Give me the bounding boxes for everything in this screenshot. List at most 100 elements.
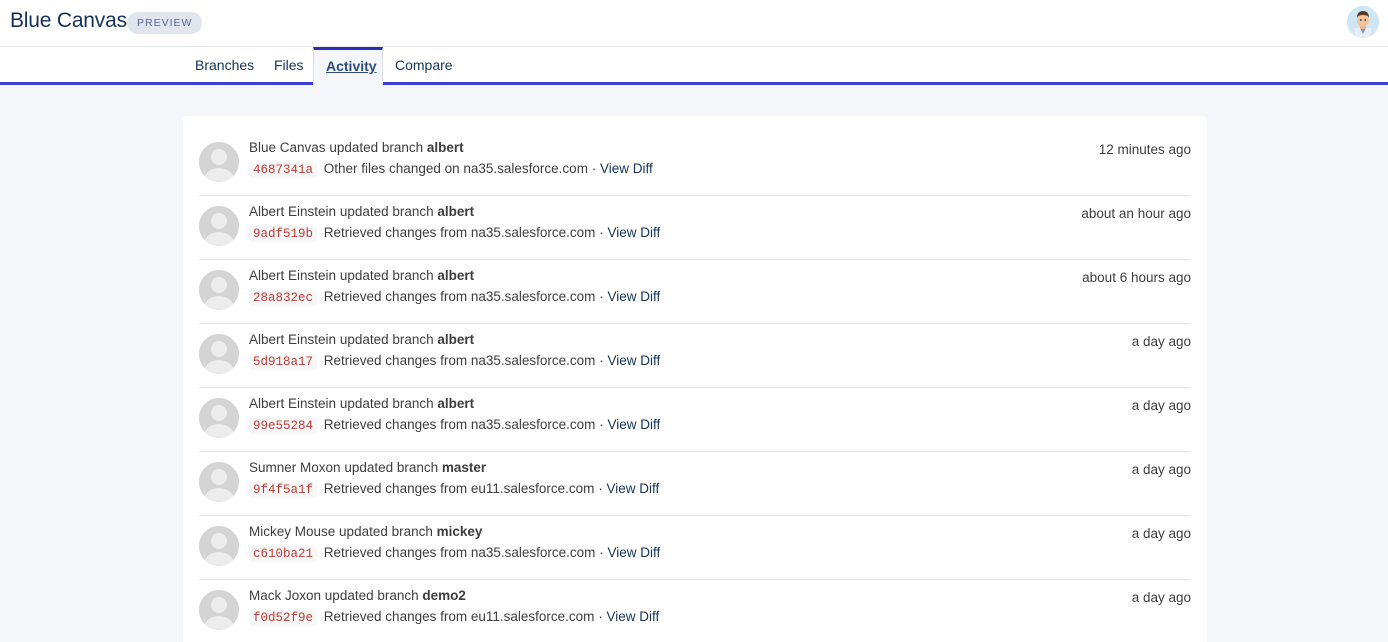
- default-avatar-icon: [199, 334, 239, 374]
- tab-compare[interactable]: Compare: [383, 47, 465, 85]
- activity-summary: Blue Canvas updated branch albert: [249, 140, 464, 155]
- top-bar: Blue Canvas PREVIEW: [0, 0, 1388, 47]
- tab-bar: Branches Files Activity Compare: [0, 47, 1388, 85]
- default-avatar-icon: [199, 206, 239, 246]
- view-diff-link[interactable]: View Diff: [606, 481, 659, 496]
- default-avatar-icon: [199, 590, 239, 630]
- activity-detail: 28a832ec Retrieved changes from na35.sal…: [249, 289, 660, 306]
- commit-sha[interactable]: c610ba21: [249, 546, 318, 562]
- activity-detail: 99e55284 Retrieved changes from na35.sal…: [249, 417, 660, 434]
- activity-detail: 4687341a Other files changed on na35.sal…: [249, 161, 653, 178]
- view-diff-link[interactable]: View Diff: [607, 289, 660, 304]
- actor-name: Sumner Moxon: [249, 460, 341, 475]
- separator: ·: [599, 417, 604, 432]
- activity-detail: 9f4f5a1f Retrieved changes from eu11.sal…: [249, 481, 659, 498]
- commit-sha[interactable]: 9adf519b: [249, 226, 318, 242]
- activity-row: Mack Joxon updated branch demo2 f0d52f9e …: [199, 580, 1191, 642]
- branch-name: demo2: [422, 588, 466, 603]
- commit-sha[interactable]: 4687341a: [249, 162, 318, 178]
- timestamp: about 6 hours ago: [1082, 270, 1191, 285]
- activity-row: Blue Canvas updated branch albert 4687341…: [199, 132, 1191, 196]
- branch-name: albert: [437, 268, 475, 283]
- activity-summary: Mack Joxon updated branch demo2: [249, 588, 466, 603]
- tab-activity-label: Activity: [326, 58, 377, 74]
- activity-detail: 9adf519b Retrieved changes from na35.sal…: [249, 225, 660, 242]
- actor-name: Albert Einstein: [249, 268, 337, 283]
- activity-summary: Albert Einstein updated branch albert: [249, 268, 474, 283]
- separator: ·: [599, 545, 604, 560]
- action-text: updated branch: [344, 460, 439, 475]
- commit-sha[interactable]: 5d918a17: [249, 354, 318, 370]
- activity-feed: Blue Canvas updated branch albert 4687341…: [183, 116, 1207, 642]
- separator: ·: [591, 161, 597, 176]
- action-text: updated branch: [339, 268, 434, 283]
- action-text: updated branch: [339, 524, 433, 539]
- branch-name: master: [441, 460, 487, 475]
- branch-name: mickey: [436, 524, 483, 539]
- timestamp: a day ago: [1131, 334, 1191, 349]
- preview-badge: PREVIEW: [127, 12, 203, 34]
- action-text: updated branch: [329, 140, 424, 155]
- view-diff-link[interactable]: View Diff: [607, 545, 660, 560]
- commit-message: Retrieved changes from na35.salesforce.c…: [323, 353, 596, 368]
- actor-name: Albert Einstein: [249, 332, 337, 347]
- timestamp: a day ago: [1131, 462, 1191, 477]
- action-text: updated branch: [339, 204, 434, 219]
- view-diff-link[interactable]: View Diff: [600, 161, 653, 176]
- action-text: updated branch: [339, 396, 434, 411]
- actor-name: Albert Einstein: [249, 204, 337, 219]
- separator: ·: [599, 225, 604, 240]
- activity-row: Mickey Mouse updated branch mickey c610ba…: [199, 516, 1191, 580]
- activity-summary: Albert Einstein updated branch albert: [249, 332, 474, 347]
- timestamp: a day ago: [1131, 590, 1191, 605]
- activity-summary: Mickey Mouse updated branch mickey: [249, 524, 482, 539]
- activity-row: Sumner Moxon updated branch master 9f4f5a…: [199, 452, 1191, 516]
- tab-files[interactable]: Files: [262, 47, 316, 85]
- default-avatar-icon: [199, 526, 239, 566]
- commit-message: Retrieved changes from na35.salesforce.c…: [323, 417, 596, 432]
- tab-branches[interactable]: Branches: [183, 47, 266, 85]
- view-diff-link[interactable]: View Diff: [607, 225, 660, 240]
- commit-message: Retrieved changes from eu11.salesforce.c…: [323, 609, 595, 624]
- default-avatar-icon: [199, 398, 239, 438]
- separator: ·: [599, 289, 604, 304]
- actor-name: Mack Joxon: [249, 588, 322, 603]
- separator: ·: [598, 609, 603, 624]
- user-avatar-icon[interactable]: [1347, 6, 1379, 38]
- tab-activity[interactable]: Activity: [313, 47, 383, 85]
- view-diff-link[interactable]: View Diff: [606, 609, 659, 624]
- app-title: Blue Canvas: [10, 9, 127, 32]
- actor-name: Blue Canvas: [249, 140, 326, 155]
- branch-name: albert: [437, 396, 475, 411]
- activity-summary: Albert Einstein updated branch albert: [249, 396, 474, 411]
- view-diff-link[interactable]: View Diff: [607, 353, 660, 368]
- branch-name: albert: [437, 332, 475, 347]
- activity-row: Albert Einstein updated branch albert 99e…: [199, 388, 1191, 452]
- commit-message: Retrieved changes from na35.salesforce.c…: [323, 225, 596, 240]
- actor-name: Albert Einstein: [249, 396, 337, 411]
- commit-sha[interactable]: 28a832ec: [249, 290, 318, 306]
- activity-summary: Sumner Moxon updated branch master: [249, 460, 486, 475]
- separator: ·: [598, 481, 603, 496]
- commit-sha[interactable]: 99e55284: [249, 418, 318, 434]
- activity-summary: Albert Einstein updated branch albert: [249, 204, 474, 219]
- default-avatar-icon: [199, 462, 239, 502]
- activity-detail: c610ba21 Retrieved changes from na35.sal…: [249, 545, 660, 562]
- view-diff-link[interactable]: View Diff: [607, 417, 660, 432]
- commit-message: Retrieved changes from na35.salesforce.c…: [323, 545, 596, 560]
- activity-row: Albert Einstein updated branch albert 9ad…: [199, 196, 1191, 260]
- branch-name: albert: [426, 140, 464, 155]
- timestamp: about an hour ago: [1081, 206, 1191, 221]
- commit-sha[interactable]: f0d52f9e: [249, 610, 318, 626]
- activity-detail: 5d918a17 Retrieved changes from na35.sal…: [249, 353, 660, 370]
- default-avatar-icon: [199, 270, 239, 310]
- action-text: updated branch: [324, 588, 419, 603]
- timestamp: a day ago: [1131, 398, 1191, 413]
- commit-message: Other files changed on na35.salesforce.c…: [323, 161, 588, 176]
- timestamp: 12 minutes ago: [1098, 142, 1191, 157]
- activity-detail: f0d52f9e Retrieved changes from eu11.sal…: [249, 609, 659, 626]
- timestamp: a day ago: [1131, 526, 1191, 541]
- separator: ·: [599, 353, 604, 368]
- commit-sha[interactable]: 9f4f5a1f: [249, 482, 318, 498]
- commit-message: Retrieved changes from eu11.salesforce.c…: [323, 481, 595, 496]
